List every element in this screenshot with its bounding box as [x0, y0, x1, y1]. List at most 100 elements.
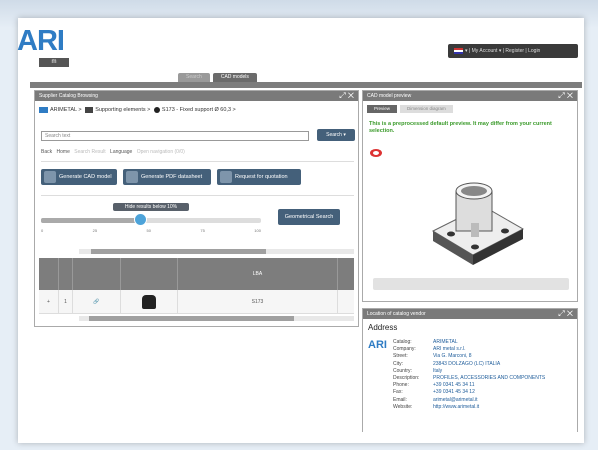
address-row: City: 23843 DOLZAGO (LC) ITALIA	[393, 361, 545, 368]
tick-label: 0	[41, 228, 44, 233]
address-key: Description:	[393, 375, 420, 382]
viewer-toolbar[interactable]	[373, 278, 569, 290]
table-header-lba[interactable]: LBA	[178, 258, 338, 290]
address-row: Catalog: ARIMETAL	[393, 339, 545, 346]
results-table-header: LBA	[39, 258, 354, 290]
geometrical-search-button[interactable]: Geometrical Search	[278, 209, 340, 225]
language-link[interactable]: Language	[110, 149, 132, 155]
nav-bar	[30, 82, 582, 88]
divider	[41, 161, 354, 162]
row-expand[interactable]: +	[39, 290, 59, 313]
logo-text: ARI	[17, 25, 65, 57]
tab-search[interactable]: Search	[178, 73, 210, 82]
table-header-cell	[73, 258, 121, 290]
address-row: Phone: +39 0341 45 34 11	[393, 382, 545, 389]
crumb-arimetal[interactable]: ARIMETAL	[50, 107, 77, 113]
address-row: Description: PROFILES, ACCESSORIES AND CO…	[393, 375, 545, 382]
address-row: Street: Via G. Marconi, 8	[393, 353, 545, 360]
address-key: Website:	[393, 403, 413, 410]
vendor-logo: ARI	[368, 339, 387, 351]
address-key: Company:	[393, 346, 416, 353]
address-key: City:	[393, 360, 403, 367]
action-links: Back Home Search Result Language Open na…	[41, 149, 188, 155]
preview-notice: This is a preprocessed default preview. …	[369, 121, 552, 134]
tick-label: 50	[146, 228, 151, 233]
table-header-cell	[39, 258, 59, 290]
open-navigation-link[interactable]: Open navigation (0/0)	[137, 149, 185, 155]
cad-model-3d-view[interactable]	[423, 171, 533, 271]
address-key: Country:	[393, 367, 412, 374]
user-bar[interactable]: ▾ | My Account ▾ | Register | Login	[448, 44, 578, 58]
tab-preview[interactable]: Preview	[367, 105, 398, 113]
preview-tabs: Preview Dimension diagram	[367, 105, 573, 113]
address-row: Company: ARI metal s.r.l.	[393, 346, 545, 353]
brand-icon	[370, 149, 382, 157]
slider-tooltip: Hide results below 10%	[113, 203, 189, 211]
home-link[interactable]: Home	[57, 149, 70, 155]
horizontal-scrollbar[interactable]	[79, 316, 354, 321]
scrollbar-thumb[interactable]	[89, 316, 294, 321]
address-value: PROFILES, ACCESSORIES AND COMPONENTS	[433, 375, 546, 382]
request-quotation-button[interactable]: Request for quotation	[217, 169, 301, 185]
panel-header: Location of catalog vendor ⤢ ✕	[363, 309, 577, 319]
part-thumbnail[interactable]	[142, 294, 156, 309]
address-value: Via G. Marconi, 8	[433, 353, 472, 360]
address-value: +39 0341 45 34 12	[433, 389, 475, 396]
address-row: Country: Italy	[393, 368, 545, 375]
panel-title: Supplier Catalog Browsing	[39, 93, 98, 99]
crumb-part[interactable]: S173 - Fixed support Ø 60,3	[162, 107, 231, 113]
link-icon[interactable]: 🔗	[93, 299, 99, 305]
address-row: Website: http://www.arimetal.it	[393, 404, 545, 411]
table-header-cell	[121, 258, 178, 290]
search-button[interactable]: Search ▾	[317, 129, 355, 141]
quote-icon	[220, 171, 232, 183]
catalog-icon	[39, 106, 48, 113]
user-bar-links[interactable]: ▾ | My Account ▾ | Register | Login	[465, 48, 540, 54]
divider	[41, 195, 354, 196]
search-result-link[interactable]: Search Result	[74, 149, 105, 155]
tick-label: 25	[92, 228, 98, 233]
cad-preview-panel: CAD model preview ⤢ ✕ Preview Dimension …	[362, 90, 578, 302]
panel-controls-icon[interactable]: ⤢ ✕	[339, 91, 354, 101]
similarity-slider[interactable]	[41, 218, 261, 223]
generate-cad-button[interactable]: Generate CAD model	[41, 169, 117, 185]
address-value[interactable]: arimetal@arimetal.it	[433, 397, 478, 403]
address-value[interactable]: http://www.arimetal.it	[433, 404, 479, 410]
panel-title: CAD model preview	[367, 93, 412, 99]
slider-handle[interactable]	[133, 213, 147, 226]
panel-controls-icon[interactable]: ⤢ ✕	[558, 309, 573, 319]
back-link[interactable]: Back	[41, 149, 52, 155]
tab-dimension-diagram[interactable]: Dimension diagram	[400, 105, 453, 113]
address-key: Email:	[393, 396, 407, 403]
cad-icon	[44, 171, 56, 183]
pdf-icon	[126, 171, 138, 183]
address-fields: Catalog: ARIMETAL Company: ARI metal s.r.l.…	[393, 339, 545, 411]
ari-logo[interactable]: ARI m	[17, 27, 69, 69]
tick-label: 75	[200, 228, 205, 233]
row-thumb-cell	[121, 290, 178, 313]
horizontal-scrollbar[interactable]	[79, 249, 354, 254]
address-key: Fax:	[393, 389, 403, 396]
table-header-cell	[59, 258, 73, 290]
scrollbar-thumb[interactable]	[91, 249, 266, 254]
search-input[interactable]: Search text	[41, 131, 309, 141]
generate-pdf-button[interactable]: Generate PDF datasheet	[123, 169, 211, 185]
address-value: 23843 DOLZAGO (LC) ITALIA	[433, 360, 501, 367]
address-value: +39 0341 45 34 11	[433, 382, 475, 389]
table-row[interactable]: + 1 🔗 S173	[39, 290, 354, 314]
crumb-supporting[interactable]: Supporting elements	[95, 107, 145, 113]
tab-cad-models[interactable]: CAD models	[212, 73, 257, 82]
address-value: Italy	[433, 367, 443, 374]
main-tabs: Search CAD models	[178, 73, 257, 82]
tick-label: 100	[254, 228, 261, 233]
row-index: 1	[59, 290, 73, 313]
breadcrumb: ARIMETAL > Supporting elements > S173 - …	[39, 106, 354, 115]
generate-pdf-label: Generate PDF datasheet	[141, 174, 203, 180]
supporting-icon	[85, 106, 94, 113]
address-value: ARI metal s.r.l.	[433, 346, 466, 353]
row-code: S173	[178, 290, 338, 313]
address-key: Phone:	[393, 382, 409, 389]
slider-ticks: 0 25 50 75 100	[41, 228, 261, 233]
flag-icon[interactable]	[454, 47, 463, 54]
panel-controls-icon[interactable]: ⤢ ✕	[558, 91, 573, 101]
